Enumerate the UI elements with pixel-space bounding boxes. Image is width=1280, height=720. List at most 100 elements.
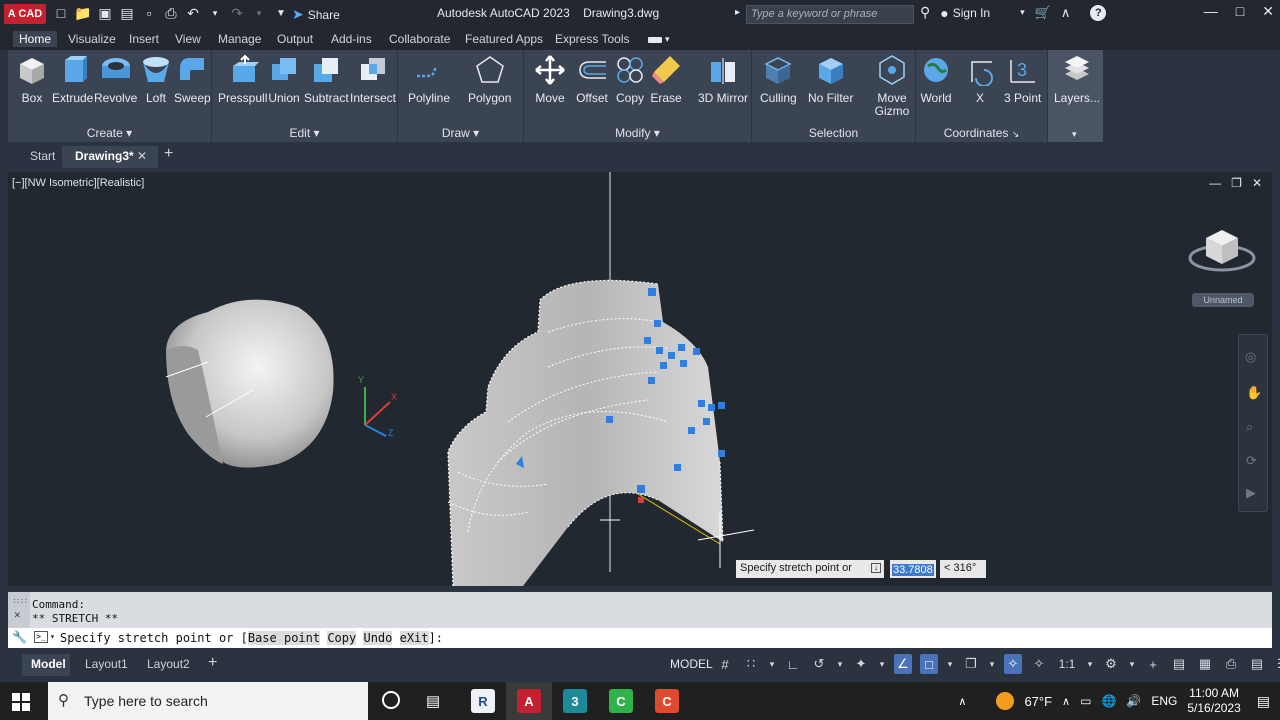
snap-dropdown-icon[interactable]: ▾ xyxy=(768,654,776,674)
tab-add-ins[interactable]: Add-ins xyxy=(325,31,378,47)
drawing-viewport[interactable]: [−][NW Isometric][Realistic] — ❐ ✕ Y X Z… xyxy=(8,172,1272,586)
layers-dropdown-icon[interactable]: ▾ xyxy=(1072,129,1077,140)
angle-input[interactable]: < 316° xyxy=(940,560,986,578)
quick-properties-icon[interactable]: ▦ xyxy=(1196,654,1214,674)
close-icon[interactable]: ✕ xyxy=(1262,3,1274,20)
selection-cycling-icon[interactable]: ❐ xyxy=(962,654,980,674)
network-icon[interactable]: 🌐 xyxy=(1101,694,1116,708)
revit-app-icon[interactable]: R xyxy=(471,689,495,713)
layers-button[interactable]: Layers... xyxy=(1054,54,1100,105)
extrude-button[interactable]: Extrude xyxy=(52,54,93,105)
object-snap-icon[interactable]: □ xyxy=(920,654,938,674)
culling-button[interactable]: Culling xyxy=(760,54,797,105)
layout-tab-layout2[interactable]: Layout2 xyxy=(147,657,190,671)
3d-mirror-button[interactable]: 3D Mirror xyxy=(698,54,748,105)
option-base-point[interactable]: Base point xyxy=(247,631,321,645)
pan-icon[interactable]: ✋ xyxy=(1246,385,1262,401)
open-folder-icon[interactable]: 📁 xyxy=(74,4,92,22)
option-copy[interactable]: Copy xyxy=(327,631,357,645)
world-ucs-button[interactable]: World xyxy=(920,54,952,105)
ortho-icon[interactable]: ∟ xyxy=(784,654,802,674)
search-input[interactable]: Type a keyword or phrase xyxy=(746,5,914,24)
tab-insert[interactable]: Insert xyxy=(123,31,165,47)
model-space-button[interactable]: MODEL xyxy=(670,657,713,671)
panel-title-create[interactable]: Create ▾ xyxy=(8,126,211,140)
recent-commands-dropdown-icon[interactable]: ▾ xyxy=(50,632,55,641)
battery-icon[interactable]: ▭ xyxy=(1080,694,1091,708)
grid-icon[interactable]: # xyxy=(716,654,734,674)
new-file-icon[interactable]: □ xyxy=(52,4,70,22)
tab-featured-apps[interactable]: Featured Apps xyxy=(459,31,549,47)
move-gizmo-button[interactable]: Move Gizmo xyxy=(872,54,912,118)
panel-title-draw[interactable]: Draw ▾ xyxy=(398,126,523,140)
minimize-icon[interactable]: — xyxy=(1204,3,1218,20)
search-expand-icon[interactable]: ▸ xyxy=(735,7,740,18)
customize-qat-icon[interactable]: ▼ xyxy=(272,4,290,22)
autocad-app-icon[interactable]: A xyxy=(517,689,541,713)
isodraft-icon[interactable]: ✦ xyxy=(852,654,870,674)
options-dropdown-icon[interactable]: ↓ xyxy=(871,563,881,573)
sweep-button[interactable]: Sweep xyxy=(174,54,211,105)
user-icon[interactable]: ● xyxy=(940,5,948,21)
tab-home[interactable]: Home xyxy=(13,31,58,47)
close-tab-icon[interactable]: ✕ xyxy=(137,149,147,163)
layout-tab-model[interactable]: Model xyxy=(31,657,66,671)
tab-visualize[interactable]: Visualize xyxy=(62,31,122,47)
layout-tab-layout1[interactable]: Layout1 xyxy=(85,657,128,671)
save-icon[interactable]: ▣ xyxy=(96,4,114,22)
cortana-icon[interactable] xyxy=(382,691,400,709)
ucs-menu-button[interactable]: Unnamed xyxy=(1192,293,1254,307)
volume-icon[interactable]: 🔊 xyxy=(1126,694,1141,708)
close-command-icon[interactable]: ✕ xyxy=(14,608,21,621)
workspace-gear-icon[interactable]: ⚙ xyxy=(1102,654,1120,674)
3-point-ucs-button[interactable]: 3 3 Point xyxy=(1004,54,1041,105)
scale-dropdown-icon[interactable]: ▾ xyxy=(1086,654,1094,674)
tab-manage[interactable]: Manage xyxy=(212,31,267,47)
zoom-icon[interactable]: ⌕ xyxy=(1246,419,1253,435)
recent-commands-icon[interactable]: >_ xyxy=(34,631,48,643)
customize-icon[interactable]: 🔧 xyxy=(12,630,27,644)
tab-drawing3[interactable]: Drawing3* xyxy=(75,149,134,163)
recorder-app-icon[interactable]: C xyxy=(655,689,679,713)
app-menu-button[interactable]: A CAD xyxy=(4,4,46,24)
showmotion-icon[interactable]: ▶ xyxy=(1246,485,1256,501)
spool-solid[interactable] xyxy=(165,299,334,468)
sign-in-button[interactable]: Sign In xyxy=(953,6,990,20)
revolve-button[interactable]: Revolve xyxy=(94,54,137,105)
taskbar-search-input[interactable]: ⚲ Type here to search xyxy=(48,682,368,720)
command-window-grip[interactable]: :::: ✕ xyxy=(8,592,30,628)
polar-tracking-icon[interactable]: ↺ xyxy=(810,654,828,674)
annotation-scale[interactable]: 1:1 xyxy=(1056,654,1078,674)
notifications-icon[interactable]: ▤ xyxy=(1257,693,1270,710)
weather-icon[interactable] xyxy=(996,692,1015,710)
search-icon[interactable]: ⚲ xyxy=(920,4,930,21)
tab-express-tools[interactable]: Express Tools xyxy=(549,31,635,47)
copy-button[interactable]: Copy xyxy=(614,54,646,105)
steering-wheel-icon[interactable]: ◎ xyxy=(1245,349,1256,365)
redo-icon[interactable]: ↷ xyxy=(228,4,246,22)
command-input[interactable]: 🔧 >_ ▾ Specify stretch point or [Base po… xyxy=(8,628,1272,648)
cart-icon[interactable]: 🛒 xyxy=(1035,5,1051,21)
tray-overflow-icon[interactable]: ∧ xyxy=(958,695,966,708)
task-view-icon[interactable]: ▤ xyxy=(426,692,440,710)
distance-input[interactable]: 33.7808 xyxy=(890,560,936,578)
save-as-icon[interactable]: ▤ xyxy=(118,4,136,22)
language-indicator[interactable]: ENG xyxy=(1151,694,1177,708)
help-icon[interactable]: ? xyxy=(1090,4,1107,21)
tab-collaborate[interactable]: Collaborate xyxy=(383,31,456,47)
offset-button[interactable]: Offset xyxy=(576,54,608,105)
polyline-button[interactable]: Polyline xyxy=(408,54,450,105)
union-button[interactable]: Union xyxy=(268,54,300,105)
camtasia-app-icon[interactable]: C xyxy=(609,689,633,713)
panel-title-edit[interactable]: Edit ▾ xyxy=(212,126,397,140)
x-ucs-button[interactable]: X xyxy=(964,54,996,105)
no-filter-button[interactable]: No Filter xyxy=(808,54,853,105)
viewcube-icon[interactable] xyxy=(1184,214,1264,284)
hardware-acceleration-icon[interactable]: ⎙ xyxy=(1222,654,1240,674)
move-button[interactable]: Move xyxy=(534,54,566,105)
erase-button[interactable]: Erase xyxy=(650,54,682,105)
open-web-icon[interactable]: ▫ xyxy=(140,4,158,22)
3dsmax-app-icon[interactable]: 3 xyxy=(563,689,587,713)
object-snap-tracking-icon[interactable]: ∠ xyxy=(894,654,912,674)
workspace-dropdown-icon[interactable]: ▾ xyxy=(1128,654,1136,674)
